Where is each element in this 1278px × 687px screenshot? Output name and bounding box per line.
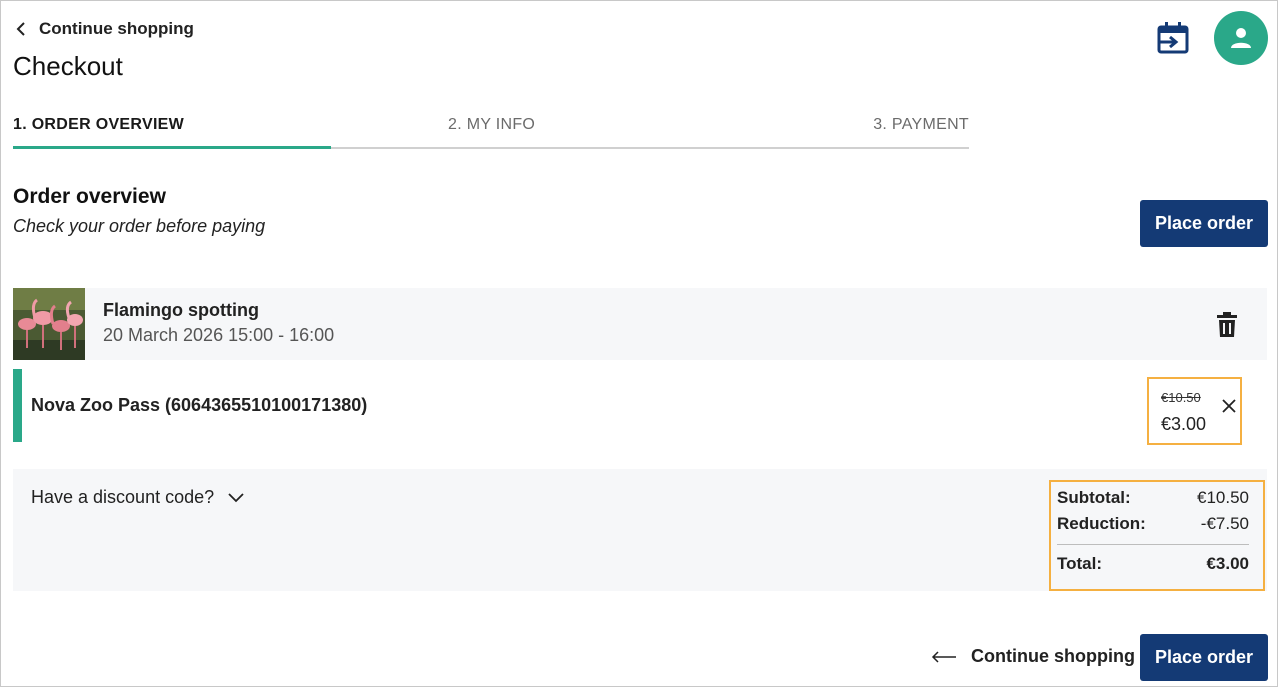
step-my-info[interactable]: 2. MY INFO <box>448 116 535 134</box>
continue-shopping-link[interactable]: Continue shopping <box>15 19 194 39</box>
discount-code-label: Have a discount code? <box>31 487 215 507</box>
place-order-bottom-button[interactable]: Place order <box>1140 634 1268 681</box>
close-icon[interactable] <box>1222 399 1236 413</box>
ticket-accent-bar <box>13 369 22 442</box>
totals-box: Subtotal: €10.50 Reduction: -€7.50 Total… <box>1049 480 1265 591</box>
account-avatar[interactable] <box>1214 11 1268 65</box>
chevron-left-icon <box>16 22 25 36</box>
reduction-label: Reduction: <box>1057 514 1146 533</box>
flamingo-image <box>13 288 85 360</box>
chevron-down-icon <box>228 492 244 502</box>
total-label: Total: <box>1057 554 1103 573</box>
checkout-stepper: 1. ORDER OVERVIEW 2. MY INFO 3. PAYMENT <box>13 105 969 149</box>
total-line: Total: €3.00 <box>1057 554 1249 574</box>
discounted-price: €3.00 <box>1161 414 1207 434</box>
event-name: Flamingo spotting <box>103 300 259 320</box>
arrow-left-icon <box>931 650 956 663</box>
ticket-name: Nova Zoo Pass (6064365510100171380) <box>31 395 368 415</box>
original-price: €10.50 <box>1161 390 1201 405</box>
ticket-row: Nova Zoo Pass (6064365510100171380) €10.… <box>13 369 1267 445</box>
continue-shopping-label: Continue shopping <box>39 19 194 38</box>
continue-shopping-bottom-link[interactable]: Continue shopping <box>931 646 1135 667</box>
trash-icon[interactable] <box>1216 312 1238 338</box>
calendar-import-icon[interactable] <box>1156 21 1190 55</box>
event-datetime: 20 March 2026 15:00 - 16:00 <box>103 325 335 345</box>
reduction-value: -€7.50 <box>1200 514 1249 533</box>
subtotal-line: Subtotal: €10.50 <box>1057 488 1249 508</box>
checkout-page: Continue shopping Checkout 1. ORDER OVER… <box>0 0 1278 687</box>
event-thumbnail <box>13 288 85 360</box>
section-title: Order overview <box>13 185 166 208</box>
page-title: Checkout <box>13 51 123 81</box>
totals-divider <box>1057 544 1249 545</box>
step-order-overview[interactable]: 1. ORDER OVERVIEW <box>13 116 184 134</box>
ticket-price-box: €10.50 €3.00 <box>1147 377 1242 445</box>
subtotal-label: Subtotal: <box>1057 488 1131 507</box>
continue-shopping-bottom-label: Continue shopping <box>971 646 1135 666</box>
section-subtitle: Check your order before paying <box>13 216 266 236</box>
summary-panel: Have a discount code? Subtotal: €10.50 R… <box>13 469 1267 591</box>
place-order-button[interactable]: Place order <box>1140 200 1268 247</box>
reduction-line: Reduction: -€7.50 <box>1057 514 1249 534</box>
step-payment[interactable]: 3. PAYMENT <box>873 116 969 134</box>
person-icon <box>1231 28 1251 48</box>
order-item-row: Flamingo spotting 20 March 2026 15:00 - … <box>13 288 1267 360</box>
total-value: €3.00 <box>1206 554 1249 573</box>
discount-code-toggle[interactable]: Have a discount code? <box>31 487 244 508</box>
subtotal-value: €10.50 <box>1197 488 1249 507</box>
stepper-active-indicator <box>13 146 331 149</box>
